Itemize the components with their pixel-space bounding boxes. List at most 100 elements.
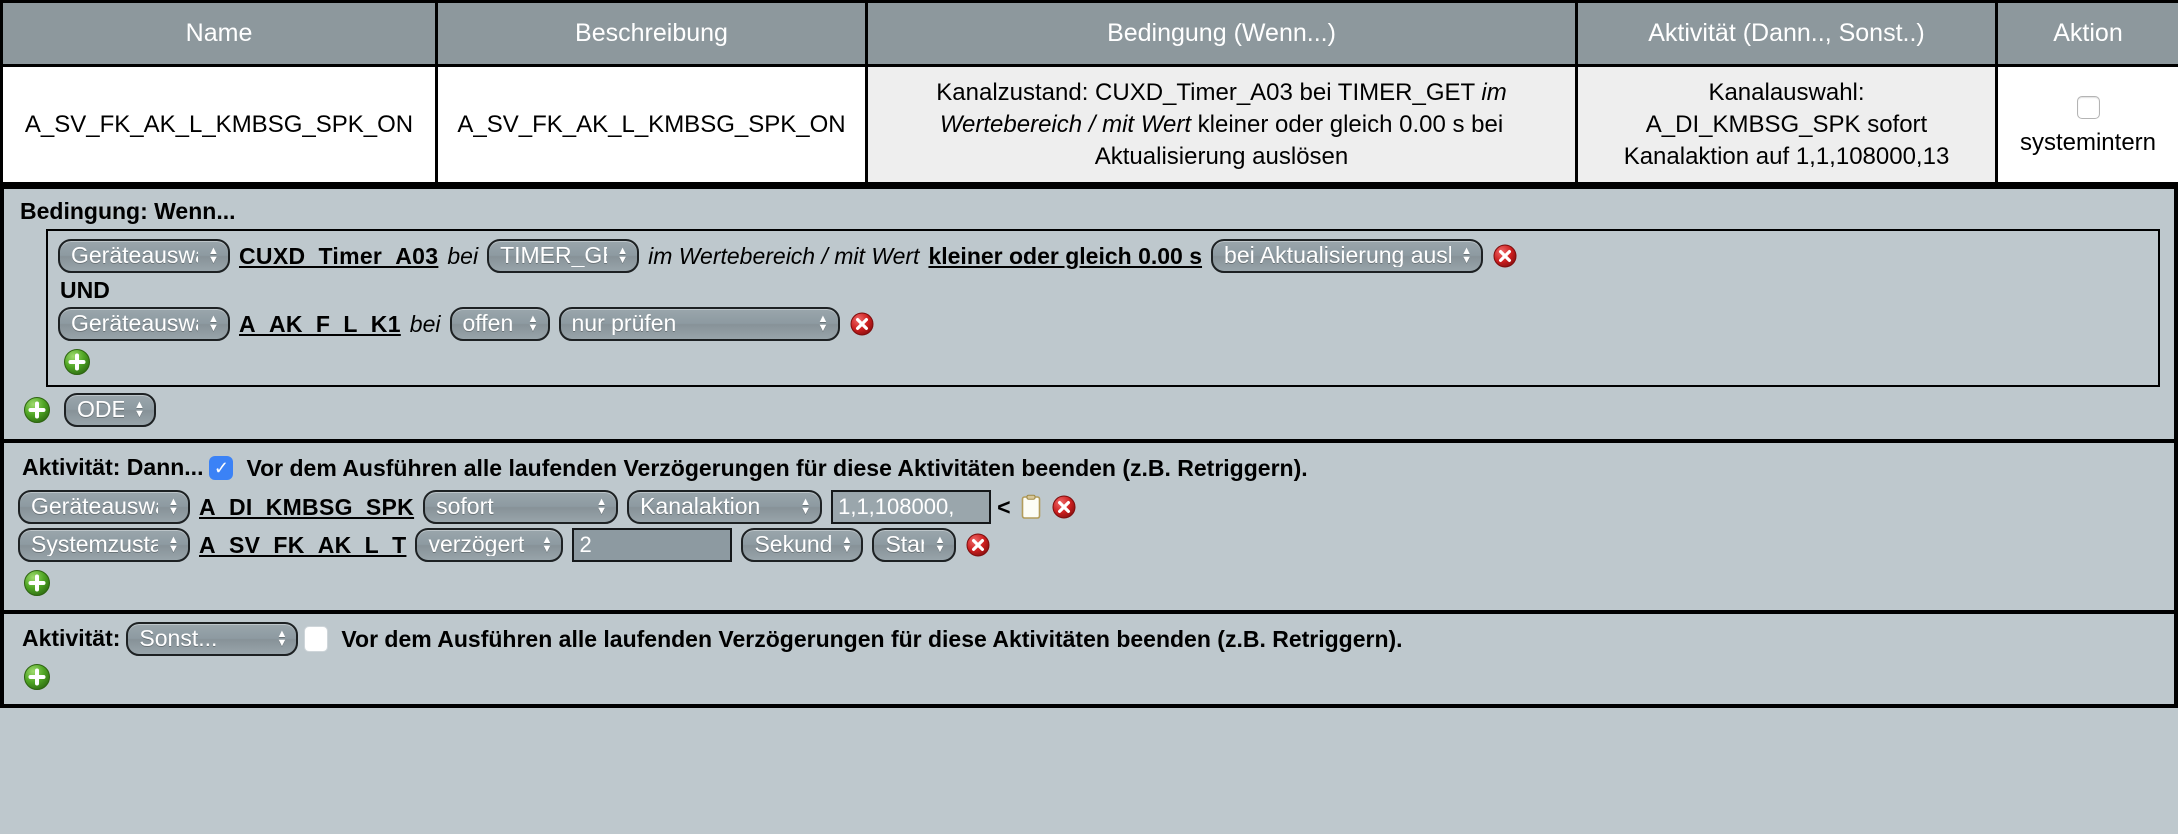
column-header-beschreibung: Beschreibung [435,0,868,67]
activity-summary-line2: A_DI_KMBSG_SPK sofort [1645,110,1928,138]
else-retrigger-label: Vor dem Ausführen alle laufenden Verzöge… [341,625,1403,652]
then-row-2: Systemzustand ▲▼ A_SV_FK_AK_L_T verzöger… [18,528,2164,563]
chevron-updown-icon: ▲ ▼ [276,627,288,649]
condition-1-range-italic: im Wertebereich / mit Wert [648,242,920,269]
condition-1-device-select[interactable]: Geräteauswahl ▲▼ [58,239,230,274]
activity-summary-line1: Kanalauswahl: [1708,78,1865,106]
then-1-timing-select[interactable]: sofort ▲ ▼ [423,490,619,525]
cell-condition-summary: Kanalzustand: CUXD_Timer_A03 bei TIMER_G… [865,63,1578,186]
then-1-timing-select-label: sofort [436,495,494,519]
then-2-unit-select-label: Sekunden [754,533,832,557]
chevron-updown-icon: ▲ ▼ [841,533,853,555]
condition-row-1: Geräteauswahl ▲▼ CUXD_Timer_A03 bei TIME… [58,239,2150,274]
then-add-row [22,568,2164,598]
chevron-updown-icon: ▲ ▼ [817,312,829,334]
condition-1-trigger-select-label: bei Aktualisierung auslösen [1224,244,1452,268]
chevron-updown-icon: ▲ ▼ [168,533,179,555]
column-header-name: Name [0,0,438,67]
systemintern-label: systemintern [2019,128,2157,156]
column-header-aktivitaet: Aktivität (Dann.., Sonst..) [1575,0,1998,67]
then-1-kind-select[interactable]: Geräteauswahl ▲▼ [18,490,190,525]
cell-program-name: A_SV_FK_AK_L_KMBSG_SPK_ON [0,63,438,186]
program-summary-table: Name Beschreibung Bedingung (Wenn...) Ak… [0,0,2178,186]
then-row-1: Geräteauswahl ▲▼ A_DI_KMBSG_SPK sofort ▲… [18,490,2164,525]
cell-program-description: A_SV_FK_AK_L_KMBSG_SPK_ON [435,63,868,186]
note-icon[interactable] [1020,494,1042,520]
condition-add-outer-row: ODER ▲▼ [22,393,2164,428]
condition-summary-part1: Kanalzustand: CUXD_Timer_A03 bei TIMER_G… [936,78,1482,106]
condition-1-channel-link[interactable]: CUXD_Timer_A03 [239,243,438,270]
condition-add-inner-row [62,347,2150,377]
then-2-unit-select[interactable]: Sekunden ▲▼ [741,528,864,563]
condition-1-trigger-select[interactable]: bei Aktualisierung auslösen ▲▼ [1211,239,1484,274]
else-retrigger-checkbox[interactable] [304,626,329,653]
condition-1-datapoint-select-label: TIMER_GET [500,244,607,268]
condition-2-mode-select-label: nur prüfen [571,312,677,336]
condition-panel: Bedingung: Wenn... Geräteauswahl ▲▼ CUXD… [0,185,2178,444]
cell-activity-summary: Kanalauswahl: A_DI_KMBSG_SPK sofort Kana… [1575,63,1998,186]
chevron-updown-icon: ▲ ▼ [800,495,812,517]
column-header-aktion: Aktion [1995,0,2178,67]
else-add-row [22,662,2164,692]
add-icon[interactable] [62,347,92,377]
then-panel-title: Aktivität: Dann... [22,454,204,481]
then-1-kind-select-label: Geräteauswahl [31,495,158,519]
add-icon[interactable] [22,662,52,692]
else-panel-title: Aktivität: [22,625,121,652]
then-1-action-select[interactable]: Kanalaktion ▲ ▼ [627,490,823,525]
then-2-delay-input[interactable] [572,528,733,563]
table-header-row: Name Beschreibung Bedingung (Wenn...) Ak… [0,0,2178,67]
condition-2-channel-link[interactable]: A_AK_F_L_K1 [239,311,401,338]
condition-operator-und: UND [60,277,110,304]
add-icon[interactable] [22,395,52,425]
else-type-select-label: Sonst... [139,627,218,651]
program-editor-page: Name Beschreibung Bedingung (Wenn...) Ak… [0,0,2178,834]
delete-icon[interactable] [965,532,991,558]
delete-icon[interactable] [1051,494,1077,520]
activity-summary-line3: Kanalaktion auf 1,1,108000,13 [1623,142,1950,170]
condition-1-range-label: im Wertebereich / mit Wert [648,243,919,270]
condition-1-device-select-label: Geräteauswahl [71,244,198,268]
then-retrigger-label: Vor dem Ausführen alle laufenden Verzöge… [246,454,1308,481]
chevron-updown-icon: ▲ ▼ [541,533,553,555]
condition-1-datapoint-select[interactable]: TIMER_GET ▲▼ [487,239,640,274]
then-1-channel-link[interactable]: A_DI_KMBSG_SPK [199,494,414,521]
condition-2-device-select-label: Geräteauswahl [71,312,198,336]
condition-2-state-select-label: offen [462,312,514,336]
then-1-action-select-label: Kanalaktion [640,495,761,519]
then-1-lt-marker: < [997,493,1011,520]
table-row: A_SV_FK_AK_L_KMBSG_SPK_ON A_SV_FK_AK_L_K… [0,63,2178,186]
chevron-updown-icon: ▲ ▼ [134,398,145,420]
chevron-updown-icon: ▲ ▼ [617,244,629,266]
chevron-updown-icon: ▲ ▼ [168,495,179,517]
then-activity-panel: Aktivität: Dann... ✓ Vor dem Ausführen a… [0,443,2178,615]
then-1-value-input[interactable] [831,490,992,525]
then-2-timing-select[interactable]: verzögert um ▲▼ [415,528,564,563]
then-2-channel-link[interactable]: A_SV_FK_AK_L_T [199,532,406,559]
condition-1-bei-label: bei [447,242,479,269]
condition-row-2: Geräteauswahl ▲▼ A_AK_F_L_K1 bei offen ▲… [58,307,2150,342]
condition-1-value-link[interactable]: kleiner oder gleich 0.00 s [928,243,1202,270]
condition-2-bei-label: bei [409,310,441,337]
chevron-updown-icon: ▲ ▼ [527,312,539,334]
systemintern-checkbox[interactable] [2076,95,2100,119]
condition-panel-title: Bedingung: Wenn... [20,198,236,225]
condition-2-mode-select[interactable]: nur prüfen ▲ ▼ [558,307,840,342]
then-2-kind-select[interactable]: Systemzustand ▲▼ [18,528,190,563]
condition-2-state-select[interactable]: offen ▲ ▼ [449,307,550,342]
delete-icon[interactable] [1492,243,1518,269]
then-panel-header: Aktivität: Dann... ✓ Vor dem Ausführen a… [20,451,2164,485]
delete-icon[interactable] [849,311,875,337]
chevron-updown-icon: ▲ ▼ [208,312,219,334]
cell-action: systemintern [1995,63,2178,186]
then-retrigger-checkbox[interactable]: ✓ [209,456,234,481]
condition-group-box: Geräteauswahl ▲▼ CUXD_Timer_A03 bei TIME… [46,229,2160,388]
condition-2-device-select[interactable]: Geräteauswahl ▲▼ [58,307,230,342]
then-2-timing-select-label: verzögert um [428,533,531,557]
condition-logic-select[interactable]: ODER ▲▼ [64,393,156,428]
add-icon[interactable] [22,568,52,598]
then-2-start-select-label: Start [885,533,925,557]
else-type-select[interactable]: Sonst... ▲ ▼ [126,622,299,657]
then-2-start-select[interactable]: Start ▲▼ [872,528,957,563]
chevron-updown-icon: ▲ ▼ [934,533,946,555]
